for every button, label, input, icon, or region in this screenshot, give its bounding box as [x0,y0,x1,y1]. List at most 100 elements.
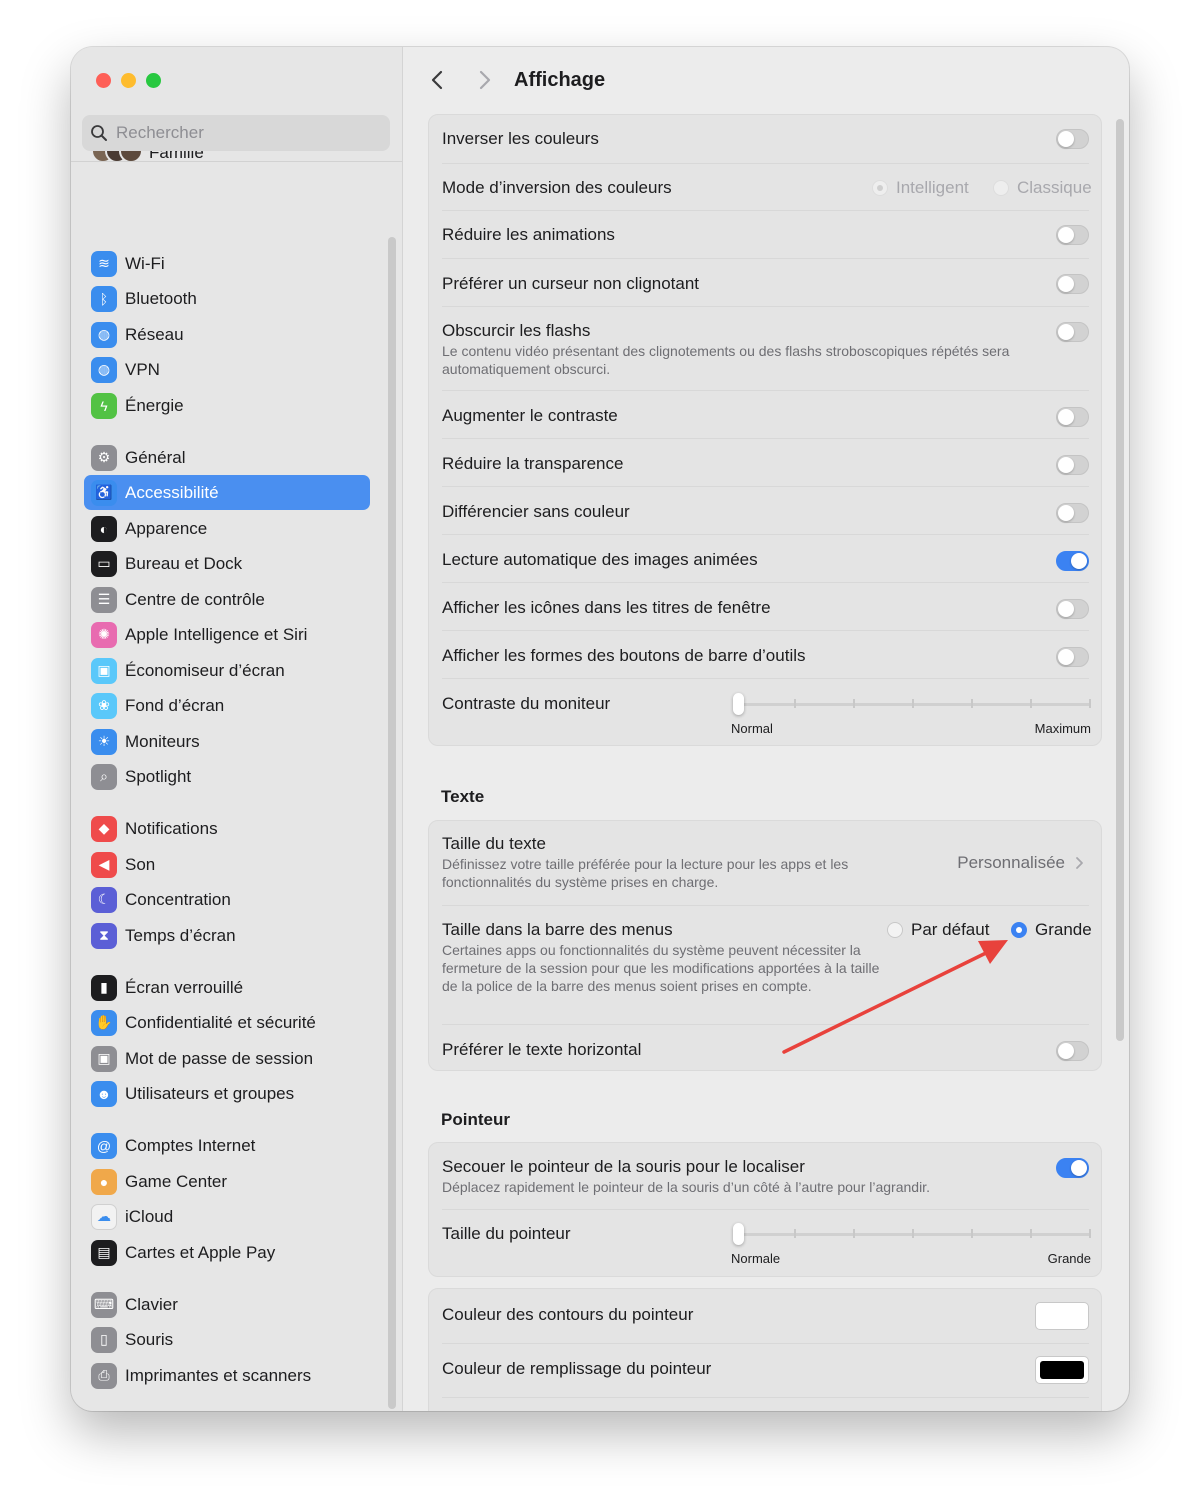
zoom-window-button[interactable] [146,73,161,88]
bell-icon: ◆ [91,815,117,842]
wifi-icon: ≋ [91,250,117,277]
fill-color-label: Couleur de remplissage du pointeur [442,1359,712,1378]
horizontal-text-toggle[interactable] [1056,1041,1089,1061]
sidebar-item-cloud[interactable]: ☁ iCloud [84,1199,370,1234]
search-icon [91,125,107,141]
main-scrollbar[interactable] [1116,119,1124,1041]
sidebar-item-wallet[interactable]: ▤ Cartes et Apple Pay [84,1235,370,1270]
horizontal-text-row: Préférer le texte horizontal [442,1024,1089,1072]
sidebar-item-label: Souris [125,1329,174,1349]
cloud-icon: ☁ [91,1203,117,1230]
sidebar-item-keyboard[interactable]: ⌨ Clavier [84,1287,370,1322]
classic-label: Classique [1017,178,1092,197]
sidebar-item-label: Cartes et Apple Pay [125,1242,276,1262]
search-input[interactable]: Rechercher [82,115,390,151]
slider-tick [794,1229,796,1238]
forward-chevron-icon[interactable] [473,67,495,93]
sidebar-item-moon[interactable]: ☾ Concentration [84,882,370,917]
minimize-window-button[interactable] [121,73,136,88]
invert-mode-row: Mode d’inversion des couleurs Intelligen… [442,163,1092,210]
menubar-size-default-radio[interactable]: Par défaut [887,920,989,940]
sidebar-item-label: Son [125,854,156,874]
sidebar-item-control-center[interactable]: ☰ Centre de contrôle [84,582,370,617]
slider-min-label: Normale [731,1251,781,1266]
sidebar-item-dock[interactable]: ▭ Bureau et Dock [84,546,370,581]
non-blinking-cursor-toggle[interactable] [1056,274,1089,294]
sidebar-item-label: Spotlight [125,766,192,786]
sidebar-item-users[interactable]: ☻ Utilisateurs et groupes [84,1076,370,1111]
sidebar-item-padlock[interactable]: ▣ Mot de passe de session [84,1041,370,1076]
slider-knob[interactable] [733,1223,744,1245]
slider-knob[interactable] [733,693,744,715]
sidebar-item-appearance[interactable]: ◐ Apparence [84,511,370,546]
main-pane: Affichage Inverser les couleurs Mode d’i… [403,47,1129,1411]
increase-contrast-label: Augmenter le contraste [442,406,618,425]
menubar-size-row: Taille dans la barre des menus Certaines… [442,905,1092,1024]
sidebar-item-wallpaper[interactable]: ❀ Fond d’écran [84,688,370,723]
sidebar-item-printer[interactable]: ⎙ Imprimantes et scanners [84,1358,370,1393]
sidebar-item-label: Bureau et Dock [125,553,243,573]
invert-mode-intelligent-radio[interactable]: Intelligent [872,178,969,198]
sidebar-item-siri[interactable]: ✺ Apple Intelligence et Siri [84,617,370,652]
pointer-section-heading: Pointeur [441,1110,510,1129]
gear-icon: ⚙ [91,444,117,471]
sidebar-item-globe[interactable]: ◍ Réseau [84,317,370,352]
text-size-row[interactable]: Taille du texte Définissez votre taille … [442,821,1089,905]
close-window-button[interactable] [96,73,111,88]
sidebar-item-at[interactable]: @ Comptes Internet [84,1128,370,1163]
slider-tick [1030,1229,1032,1238]
back-chevron-icon[interactable] [427,67,449,93]
reduce-transparency-label: Réduire la transparence [442,454,624,473]
dim-flashing-toggle[interactable] [1056,322,1089,342]
reduce-motion-toggle[interactable] [1056,225,1089,245]
display-contrast-slider[interactable]: Normal Maximum [731,689,1091,736]
invert-mode-classic-radio[interactable]: Classique [993,178,1092,198]
sidebar-item-label: Moniteurs [125,731,200,751]
shake-to-locate-description: Déplacez rapidement le pointeur de la so… [442,1179,930,1195]
fill-color-well[interactable] [1035,1356,1089,1384]
sidebar-item-hourglass[interactable]: ⧗ Temps d’écran [84,918,370,953]
shake-to-locate-toggle[interactable] [1056,1158,1089,1178]
autoplay-animated-toggle[interactable] [1056,551,1089,571]
sidebar-item-label: Comptes Internet [125,1135,256,1155]
toolbar-button-shapes-toggle[interactable] [1056,647,1089,667]
menubar-size-large-radio[interactable]: Grande [1011,920,1092,940]
sidebar-item-display[interactable]: ☀ Moniteurs [84,724,370,759]
pointer-size-slider[interactable]: Normale Grande [731,1219,1091,1266]
window-title-icons-label: Afficher les icônes dans les titres de f… [442,598,771,617]
sidebar-item-vpn-globe[interactable]: ◍ VPN [84,352,370,387]
sidebar-scrollbar[interactable] [388,237,396,1409]
sidebar-item-accessibility[interactable]: ♿ Accessibilité [84,475,370,510]
slider-tick [1089,1229,1091,1238]
text-size-value[interactable]: Personnalisée [957,853,1089,873]
display-settings-card: Inverser les couleurs Mode d’inversion d… [428,114,1102,746]
reduce-transparency-toggle[interactable] [1056,455,1089,475]
sidebar-item-speaker[interactable]: ◀ Son [84,847,370,882]
increase-contrast-toggle[interactable] [1056,407,1089,427]
mouse-icon: ▯ [91,1326,117,1353]
sidebar-item-mouse[interactable]: ▯ Souris [84,1322,370,1357]
default-label: Par défaut [911,920,990,939]
sidebar-item-wifi[interactable]: ≋ Wi-Fi [84,246,370,281]
window-title-icons-toggle[interactable] [1056,599,1089,619]
sidebar-item-spotlight[interactable]: ⌕ Spotlight [84,759,370,794]
differentiate-toggle[interactable] [1056,503,1089,523]
radio-dot-selected [1011,922,1027,938]
reduce-transparency-row: Réduire la transparence [442,438,1089,486]
sidebar-item-screensaver[interactable]: ▣ Économiseur d’écran [84,653,370,688]
sidebar-item-lock-screen[interactable]: ▮ Écran verrouillé [84,970,370,1005]
sidebar-item-hand[interactable]: ✋ Confidentialité et sécurité [84,1005,370,1040]
invert-colors-toggle[interactable] [1056,129,1089,149]
sidebar-item-java[interactable]: ☕Java [84,1410,370,1411]
menubar-size-label: Taille dans la barre des menus [442,920,673,939]
wallpaper-icon: ❀ [91,692,117,719]
sidebar-item-bolt[interactable]: ϟ Énergie [84,388,370,423]
sidebar-item-gear[interactable]: ⚙ Général [84,440,370,475]
outline-color-well[interactable] [1035,1302,1089,1330]
non-blinking-cursor-label: Préférer un curseur non clignotant [442,274,700,293]
sidebar-item-game-center[interactable]: ● Game Center [84,1164,370,1199]
vpn-globe-icon: ◍ [91,356,117,383]
sidebar-item-bluetooth[interactable]: ᛒ Bluetooth [84,281,370,316]
sidebar-item-bell[interactable]: ◆ Notifications [84,811,370,846]
sidebar-item-family[interactable]: Famille [91,151,391,181]
